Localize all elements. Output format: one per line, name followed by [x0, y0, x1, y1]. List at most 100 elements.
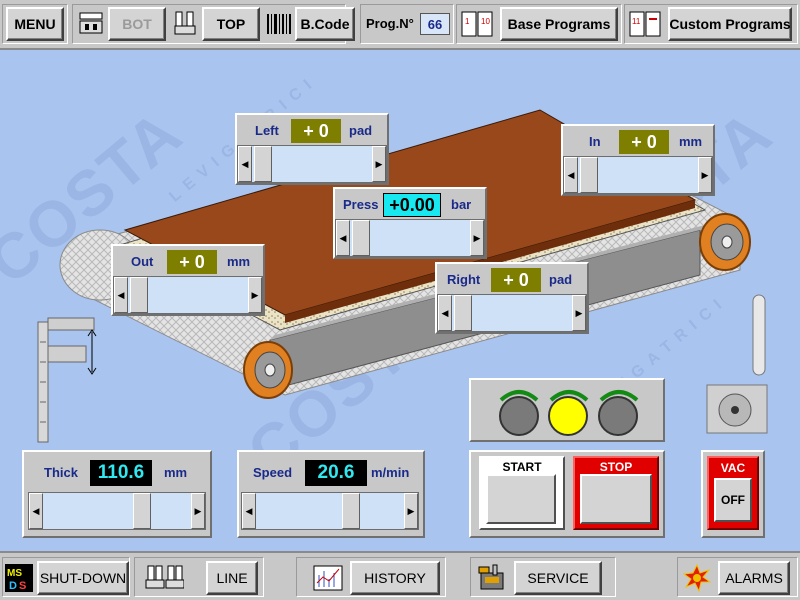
- out-slider-increase[interactable]: ▶: [248, 277, 262, 313]
- prog-label: Prog.N°: [366, 16, 414, 31]
- vac-button[interactable]: VAC OFF: [707, 456, 759, 530]
- right-value: + 0: [491, 268, 541, 292]
- base-programs-button[interactable]: Base Programs: [500, 7, 618, 41]
- in-label: In: [589, 134, 601, 149]
- in-panel: In + 0 mm ◀ ▶: [561, 124, 715, 196]
- right-unit: pad: [549, 272, 573, 287]
- thick-slider-thumb[interactable]: [133, 493, 151, 529]
- right-slider-decrease[interactable]: ◀: [438, 295, 452, 331]
- left-unit: pad: [349, 123, 373, 138]
- start-button-face: [486, 474, 556, 524]
- vac-label: VAC: [720, 461, 746, 475]
- top-button[interactable]: TOP: [202, 7, 260, 41]
- service-button[interactable]: SERVICE: [514, 561, 602, 595]
- speed-slider-decrease[interactable]: ◀: [242, 493, 256, 529]
- bottom-toolbar: MS D S SHUT-DOWN LINE HISTORY SERVICE ALAR…: [0, 551, 800, 600]
- right-slider-increase[interactable]: ▶: [572, 295, 586, 331]
- bot-button[interactable]: BOT: [108, 7, 166, 41]
- stop-button[interactable]: STOP: [573, 456, 659, 530]
- thick-slider[interactable]: ◀ ▶: [28, 492, 206, 530]
- top-toolbar: MENU BOT TOP B.Code Prog.N° 66 1 10 Base …: [0, 0, 800, 50]
- msdos-icon: MS D S: [4, 563, 34, 593]
- speed-slider[interactable]: ◀ ▶: [241, 492, 419, 530]
- shutdown-button[interactable]: SHUT-DOWN: [37, 561, 129, 595]
- stop-button-face: [580, 474, 652, 524]
- barcode-button[interactable]: B.Code: [295, 7, 355, 41]
- thickness-panel: Thick 110.6 mm ◀ ▶: [22, 450, 212, 538]
- left-slider-thumb[interactable]: [254, 146, 272, 182]
- press-slider-decrease[interactable]: ◀: [336, 220, 350, 256]
- out-slider[interactable]: ◀ ▶: [113, 276, 263, 314]
- out-panel: Out + 0 mm ◀ ▶: [111, 244, 265, 316]
- left-slider[interactable]: ◀ ▶: [237, 145, 387, 183]
- line-icon: [144, 563, 184, 593]
- svg-text:10: 10: [481, 17, 490, 26]
- in-slider-decrease[interactable]: ◀: [564, 157, 578, 193]
- alarms-icon: [682, 563, 712, 593]
- svg-text:11: 11: [632, 17, 641, 26]
- right-pad-panel: Right + 0 pad ◀ ▶: [435, 262, 589, 334]
- press-slider-increase[interactable]: ▶: [470, 220, 484, 256]
- caliper-icon: [37, 317, 97, 443]
- status-lamp-right: [598, 396, 638, 436]
- press-value: +0.00: [383, 193, 441, 217]
- speed-unit: m/min: [371, 465, 410, 480]
- thick-unit: mm: [164, 465, 188, 480]
- history-button[interactable]: HISTORY: [350, 561, 440, 595]
- barcode-icon: [264, 9, 294, 39]
- left-pad-panel: Left + 0 pad ◀ ▶: [235, 113, 389, 185]
- line-button[interactable]: LINE: [206, 561, 258, 595]
- out-value: + 0: [167, 250, 217, 274]
- svg-text:D: D: [9, 580, 17, 592]
- in-slider-increase[interactable]: ▶: [698, 157, 712, 193]
- vac-state: OFF: [714, 478, 752, 522]
- press-unit: bar: [451, 197, 472, 212]
- left-value: + 0: [291, 119, 341, 143]
- alarms-button[interactable]: ALARMS: [718, 561, 790, 595]
- svg-text:MS: MS: [7, 568, 22, 579]
- left-slider-increase[interactable]: ▶: [372, 146, 386, 182]
- stop-label: STOP: [599, 460, 633, 474]
- base-programs-icon: 1 10: [460, 9, 494, 39]
- custom-programs-button[interactable]: Custom Programs: [668, 7, 792, 41]
- press-slider[interactable]: ◀ ▶: [335, 219, 485, 257]
- thick-value: 110.6: [90, 460, 152, 486]
- svg-text:S: S: [19, 580, 26, 592]
- start-button[interactable]: START: [479, 456, 565, 530]
- right-label: Right: [447, 272, 481, 287]
- service-icon: [476, 562, 508, 594]
- in-value: + 0: [619, 130, 669, 154]
- start-stop-panel: START STOP: [469, 450, 665, 538]
- prog-number-field[interactable]: 66: [420, 13, 450, 35]
- thick-slider-increase[interactable]: ▶: [191, 493, 205, 529]
- press-panel: Press +0.00 bar ◀ ▶: [333, 187, 487, 259]
- thick-label: Thick: [44, 465, 78, 480]
- left-slider-decrease[interactable]: ◀: [238, 146, 252, 182]
- speed-value: 20.6: [305, 460, 367, 486]
- out-slider-thumb[interactable]: [130, 277, 148, 313]
- status-lamp-left: [499, 396, 539, 436]
- speed-slider-increase[interactable]: ▶: [404, 493, 418, 529]
- in-slider-thumb[interactable]: [580, 157, 598, 193]
- custom-programs-icon: 11: [628, 9, 662, 39]
- main-panel: COSTA COSTA COSTA LEVIGATRICI LEVIGATRIC…: [0, 50, 800, 551]
- status-lights-panel: [469, 378, 665, 442]
- right-slider[interactable]: ◀ ▶: [437, 294, 587, 332]
- in-slider[interactable]: ◀ ▶: [563, 156, 713, 194]
- speed-slider-thumb[interactable]: [342, 493, 360, 529]
- press-slider-thumb[interactable]: [352, 220, 370, 256]
- thick-slider-decrease[interactable]: ◀: [29, 493, 43, 529]
- speed-label: Speed: [253, 465, 293, 480]
- history-icon: [312, 563, 344, 593]
- out-unit: mm: [227, 254, 251, 269]
- start-label: START: [502, 460, 542, 474]
- status-lamp-center: [548, 396, 588, 436]
- out-label: Out: [131, 254, 154, 269]
- left-label: Left: [255, 123, 279, 138]
- vacuum-panel: VAC OFF: [701, 450, 765, 538]
- right-slider-thumb[interactable]: [454, 295, 472, 331]
- vacuum-sensor-icon: [706, 294, 768, 434]
- menu-button[interactable]: MENU: [6, 7, 64, 41]
- out-slider-decrease[interactable]: ◀: [114, 277, 128, 313]
- bot-icon: [76, 9, 106, 39]
